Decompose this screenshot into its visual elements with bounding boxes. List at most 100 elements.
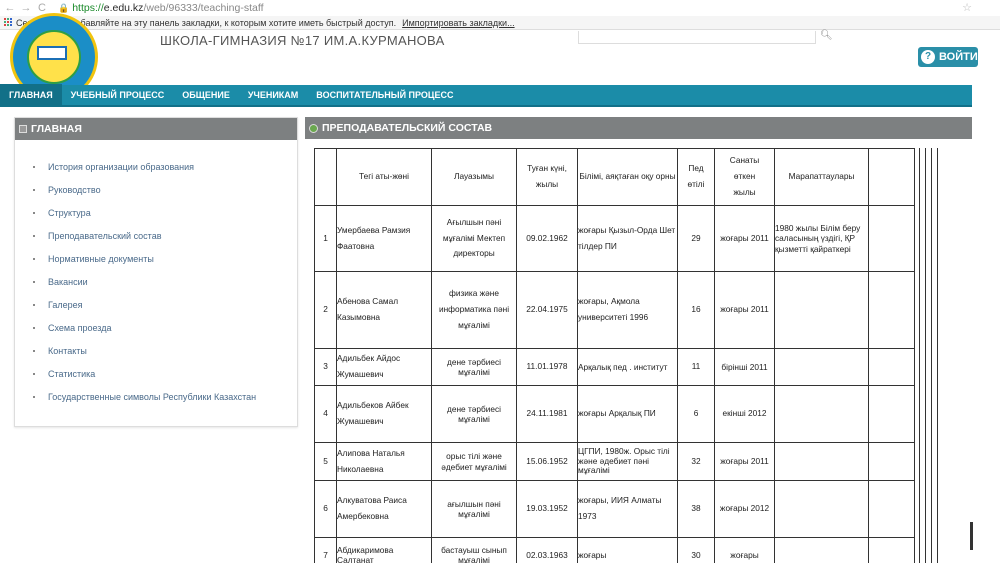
bullet-icon (33, 373, 35, 376)
cell-extra (868, 537, 915, 563)
sidebar-item-label: Схема проезда (48, 323, 112, 334)
cell-number: 2 (314, 271, 337, 349)
cell-birth: 09.02.1962 (516, 205, 578, 272)
main-navigation: ГЛАВНАЯ УЧЕБНЫЙ ПРОЦЕСС ОБЩЕНИЕ УЧЕНИКАМ… (0, 84, 972, 107)
sidebar-item-structure[interactable]: Структура (33, 201, 297, 224)
sidebar-item-label: Государственные символы Республики Казах… (48, 392, 257, 403)
sidebar-item-statistics[interactable]: Статистика (33, 363, 297, 386)
search-icon[interactable]: 🔍︎ (820, 30, 833, 41)
nav-tab-education[interactable]: ВОСПИТАТЕЛЬНЫЙ ПРОЦЕСС (307, 84, 462, 106)
cell-education: жоғары Қызыл-Орда Шет тілдер ПИ (577, 205, 678, 272)
col-header-ped: Пед өтілі (677, 148, 715, 206)
login-button[interactable]: ? ВОЙТИ (918, 47, 978, 67)
cell-birth: 11.01.1978 (516, 348, 578, 386)
url-field[interactable]: https://e.edu.kz/web/96333/teaching-staf… (72, 2, 263, 14)
cell-ped: 32 (677, 442, 715, 481)
forward-icon[interactable]: → (20, 2, 32, 14)
nav-tab-learning[interactable]: УЧЕБНЫЙ ПРОЦЕСС (62, 84, 174, 106)
col-header-cat-2: өткен (733, 171, 756, 182)
cell-name: Алкуватова Раиса Амербековна (336, 480, 432, 538)
sidebar-header: ГЛАВНАЯ (15, 118, 297, 140)
cell-awards (774, 271, 869, 349)
cell-name: Алипова Наталья Николаевна (336, 442, 432, 481)
staff-table: Тегі аты-жөні Лауазымы Туған күні, жылы … (314, 148, 915, 563)
cell-name: Адильбеков Айбек Жумашевич (336, 385, 432, 443)
search-input[interactable] (578, 31, 816, 44)
cell-education: ЦГПИ, 1980ж. Орыс тілі және әдебиет пәні… (577, 442, 678, 481)
import-bookmarks-link[interactable]: Импортировать закладки... (402, 18, 514, 28)
col-header-ped-1: Пед (688, 163, 704, 174)
cell-category: жоғары (714, 537, 775, 563)
menu-icon (19, 125, 27, 133)
sidebar-item-label: Вакансии (48, 277, 88, 288)
cell-position: ағылшын пәні мұғалімі (431, 480, 517, 538)
bullet-icon (33, 396, 35, 399)
back-icon[interactable]: ← (4, 2, 16, 14)
cell-birth: 24.11.1981 (516, 385, 578, 443)
col-header-education: Білімі, аяқтаған оқу орны (577, 148, 678, 206)
col-header-birth: Туған күні, жылы (516, 148, 578, 206)
sidebar-item-label: Структура (48, 207, 91, 218)
cell-category: бірінші 2011 (714, 348, 775, 386)
cell-number: 1 (314, 205, 337, 272)
nav-tab-students[interactable]: УЧЕНИКАМ (239, 84, 307, 106)
cell-position: физика және информатика пәні мұғалімі (431, 271, 517, 349)
apps-icon[interactable] (4, 18, 13, 27)
lock-icon: 🔒 (58, 2, 70, 13)
cell-awards (774, 480, 869, 538)
sidebar-item-vacancies[interactable]: Вакансии (33, 270, 297, 293)
table-row: 5 Алипова Наталья Николаевна орыс тілі ж… (314, 442, 915, 481)
cell-number: 5 (314, 442, 337, 481)
cell-number: 4 (314, 385, 337, 443)
sidebar-item-gallery[interactable]: Галерея (33, 294, 297, 317)
scrollbar[interactable] (970, 522, 973, 550)
table-row: 2 Абенова Самал Казымовна физика және ин… (314, 271, 915, 349)
bookmarks-hint: Добавляйте на эту панель закладки, к кот… (69, 17, 397, 28)
bullet-icon (33, 327, 35, 330)
cell-awards (774, 442, 869, 481)
bullet-icon (33, 211, 35, 214)
url-host: e.edu.kz (103, 2, 144, 14)
cell-name: Адильбек Айдос Жумашевич (336, 348, 432, 386)
sidebar-item-label: Преподавательский состав (48, 230, 162, 241)
sidebar-item-label: Контакты (48, 346, 87, 357)
sidebar-item-documents[interactable]: Нормативные документы (33, 247, 297, 270)
page-title: ПРЕПОДАВАТЕЛЬСКИЙ СОСТАВ (322, 122, 493, 134)
reload-icon[interactable]: C (36, 2, 48, 14)
cell-awards: 1980 жылы Білім беру саласының үздігі, Қ… (774, 205, 869, 272)
sidebar: ГЛАВНАЯ История организации образования … (14, 117, 298, 427)
sidebar-item-symbols[interactable]: Государственные символы Республики Казах… (33, 386, 297, 409)
cell-name: Абдикаримова Салтанат (336, 537, 432, 563)
sidebar-item-directions[interactable]: Схема проезда (33, 317, 297, 340)
sidebar-item-label: История организации образования (48, 161, 194, 172)
nav-tab-home[interactable]: ГЛАВНАЯ (0, 84, 62, 106)
cell-awards (774, 537, 869, 563)
bullet-icon (33, 188, 35, 191)
site-header: ШКОЛА-ГИМНАЗИЯ №17 ИМ.А.КУРМАНОВА 🔍︎ ? В… (0, 13, 1000, 101)
cell-birth: 22.04.1975 (516, 271, 578, 349)
sidebar-item-contacts[interactable]: Контакты (33, 340, 297, 363)
col-header-ped-2: өтілі (687, 179, 705, 189)
table-row: 7 Абдикаримова Салтанат бастауыш сынып м… (314, 537, 915, 563)
cell-position: Ағылшын пәні мұғалімі Мектеп директоры (431, 205, 517, 272)
cell-ped: 6 (677, 385, 715, 443)
url-path: /web/96333/teaching-staff (143, 2, 264, 14)
bookmark-star-icon[interactable]: ☆ (962, 1, 972, 14)
bullet-icon (33, 257, 35, 260)
table-row: 3 Адильбек Айдос Жумашевич дене тәрбиесі… (314, 348, 915, 386)
book-icon (37, 46, 67, 60)
sidebar-item-management[interactable]: Руководство (33, 178, 297, 201)
cell-position: бастауыш сынып мұғалімі (431, 537, 517, 563)
cell-number: 6 (314, 480, 337, 538)
col-header-cat-3: жылы (733, 186, 756, 197)
sidebar-item-history[interactable]: История организации образования (33, 155, 297, 178)
cell-education: Арқалық пед . институт (577, 348, 678, 386)
sidebar-item-label: Нормативные документы (48, 253, 154, 264)
table-border-lines (914, 148, 938, 563)
sidebar-item-teaching-staff[interactable]: Преподавательский состав (33, 224, 297, 247)
cell-position: дене тәрбиесі мұғалімі (431, 385, 517, 443)
sidebar-item-label: Руководство (48, 184, 101, 195)
sidebar-item-label: Галерея (48, 300, 83, 311)
nav-tab-communication[interactable]: ОБЩЕНИЕ (173, 84, 239, 106)
cell-name: Умербаева Рамзия Фаатовна (336, 205, 432, 272)
